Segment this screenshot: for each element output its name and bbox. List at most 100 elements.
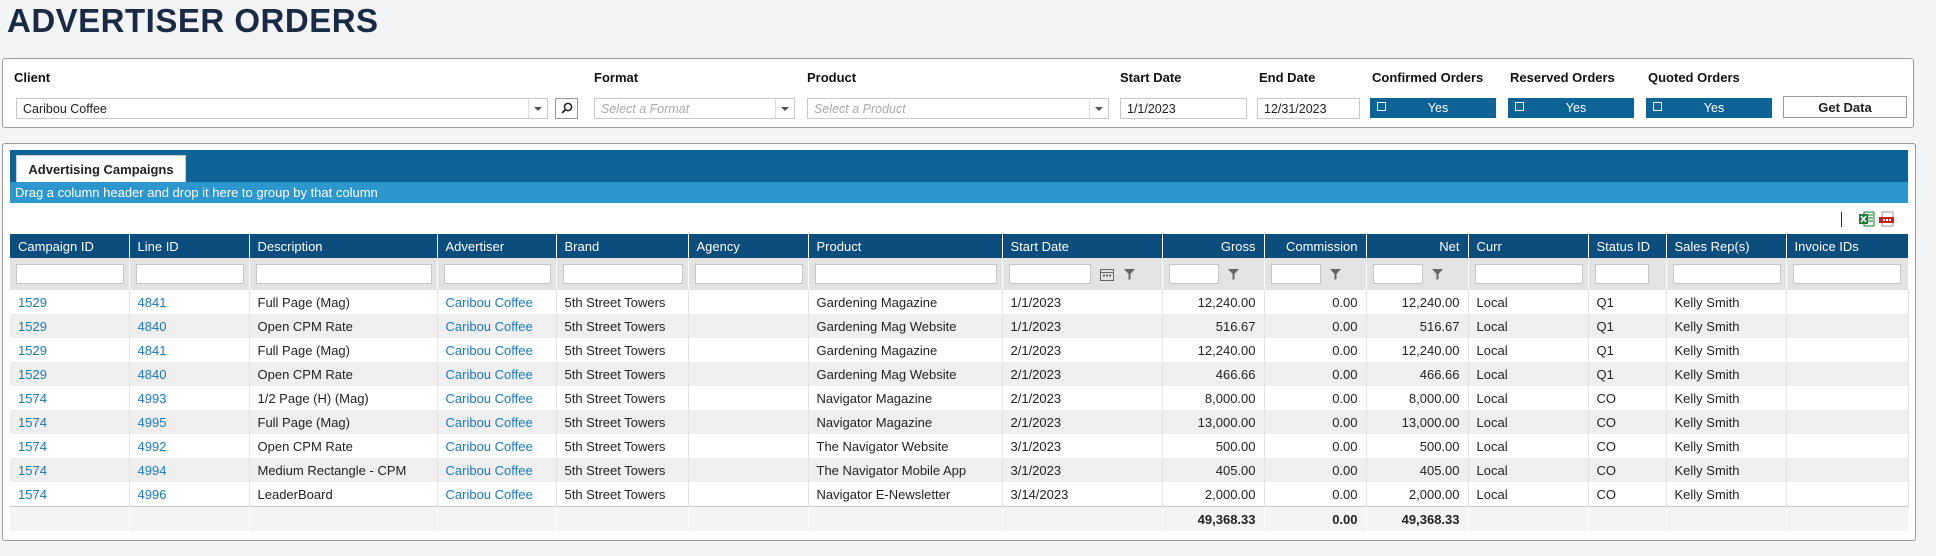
cell-campaign-id[interactable]: 1574 — [10, 410, 130, 434]
cell-line-id[interactable]: 4841 — [129, 338, 250, 362]
client-combobox[interactable]: Caribou Coffee — [16, 98, 548, 119]
cell-sales-reps: Kelly Smith — [1666, 386, 1787, 410]
chevron-down-icon[interactable] — [528, 99, 547, 118]
filter-input-curr[interactable] — [1474, 264, 1583, 284]
cell-line-id[interactable]: 4995 — [129, 410, 250, 434]
table-row[interactable]: 1529 4841 Full Page (Mag) Caribou Coffee 5th… — [10, 290, 1909, 314]
reserved-orders-label: Reserved Orders — [1510, 70, 1615, 85]
cell-line-id[interactable]: 4840 — [129, 362, 250, 386]
col-header-gross[interactable]: Gross — [1162, 234, 1265, 258]
cell-agency — [688, 314, 809, 338]
excel-export-icon[interactable] — [1859, 211, 1875, 227]
client-search-button[interactable] — [555, 98, 578, 119]
filter-input-advertiser[interactable] — [443, 264, 551, 284]
end-date-input[interactable]: 12/31/2023 — [1257, 98, 1360, 119]
filter-input-brand[interactable] — [562, 264, 683, 284]
table-row[interactable]: 1529 4840 Open CPM Rate Caribou Coffee 5th S… — [10, 314, 1909, 338]
cell-campaign-id[interactable]: 1574 — [10, 458, 130, 482]
col-header-curr[interactable]: Curr — [1468, 234, 1589, 258]
col-header-description[interactable]: Description — [249, 234, 438, 258]
filter-input-product[interactable] — [814, 264, 997, 284]
chevron-down-icon[interactable] — [775, 99, 794, 118]
chevron-down-icon[interactable] — [1089, 99, 1108, 118]
col-header-invoice-ids[interactable]: Invoice IDs — [1786, 234, 1909, 258]
tab-advertising-campaigns[interactable]: Advertising Campaigns — [16, 155, 186, 182]
cell-advertiser[interactable]: Caribou Coffee — [437, 290, 557, 314]
col-header-campaign-id[interactable]: Campaign ID — [10, 234, 130, 258]
cell-campaign-id[interactable]: 1529 — [10, 338, 130, 362]
quoted-orders-toggle[interactable]: Yes — [1646, 98, 1772, 118]
cell-line-id[interactable]: 4996 — [129, 482, 250, 507]
filter-input-campaign-id[interactable] — [16, 264, 124, 284]
table-row[interactable]: 1574 4995 Full Page (Mag) Caribou Coffee 5th… — [10, 410, 1909, 434]
cell-status-id: CO — [1588, 482, 1667, 507]
cell-brand: 5th Street Towers — [556, 482, 689, 507]
cell-commission: 0.00 — [1264, 362, 1367, 386]
cell-advertiser[interactable]: Caribou Coffee — [437, 482, 557, 507]
col-header-status-id[interactable]: Status ID — [1588, 234, 1667, 258]
cell-line-id[interactable]: 4841 — [129, 290, 250, 314]
cell-commission: 0.00 — [1264, 458, 1367, 482]
cell-advertiser[interactable]: Caribou Coffee — [437, 314, 557, 338]
cell-line-id[interactable]: 4994 — [129, 458, 250, 482]
col-header-product[interactable]: Product — [808, 234, 1003, 258]
table-row[interactable]: 1574 4993 1/2 Page (H) (Mag) Caribou Coffee… — [10, 386, 1909, 410]
table-row[interactable]: 1529 4841 Full Page (Mag) Caribou Coffee 5th… — [10, 338, 1909, 362]
table-row[interactable]: 1574 4992 Open CPM Rate Caribou Coffee 5th S… — [10, 434, 1909, 458]
cell-campaign-id[interactable]: 1574 — [10, 386, 130, 410]
cell-advertiser[interactable]: Caribou Coffee — [437, 410, 557, 434]
cell-advertiser[interactable]: Caribou Coffee — [437, 434, 557, 458]
table-row[interactable]: 1529 4840 Open CPM Rate Caribou Coffee 5th S… — [10, 362, 1909, 386]
filter-input-start-date[interactable] — [1008, 264, 1091, 284]
cell-line-id[interactable]: 4840 — [129, 314, 250, 338]
reserved-orders-toggle[interactable]: Yes — [1508, 98, 1634, 118]
cell-gross: 12,240.00 — [1162, 338, 1265, 362]
filter-input-line-id[interactable] — [135, 264, 244, 284]
col-header-advertiser[interactable]: Advertiser — [437, 234, 557, 258]
cell-advertiser[interactable]: Caribou Coffee — [437, 458, 557, 482]
filter-icon[interactable] — [1228, 268, 1240, 280]
filter-input-gross[interactable] — [1168, 264, 1219, 284]
pdf-export-icon[interactable] — [1879, 211, 1895, 227]
filter-input-sales-reps[interactable] — [1672, 264, 1781, 284]
cell-campaign-id[interactable]: 1574 — [10, 434, 130, 458]
cell-advertiser[interactable]: Caribou Coffee — [437, 386, 557, 410]
format-combobox[interactable]: Select a Format — [594, 98, 795, 119]
group-drop-area[interactable]: Drag a column header and drop it here to… — [10, 182, 1908, 203]
filter-input-invoice-ids[interactable] — [1792, 264, 1901, 284]
cell-advertiser[interactable]: Caribou Coffee — [437, 362, 557, 386]
cell-gross: 8,000.00 — [1162, 386, 1265, 410]
start-date-input[interactable]: 1/1/2023 — [1120, 98, 1247, 119]
filter-input-net[interactable] — [1372, 264, 1423, 284]
col-header-start-date[interactable]: Start Date — [1002, 234, 1163, 258]
col-header-sales-reps[interactable]: Sales Rep(s) — [1666, 234, 1787, 258]
filter-icon[interactable] — [1432, 268, 1444, 280]
get-data-button[interactable]: Get Data — [1783, 96, 1907, 118]
cell-product: Gardening Mag Website — [808, 362, 1003, 386]
col-header-brand[interactable]: Brand — [556, 234, 689, 258]
filter-icon[interactable] — [1330, 268, 1342, 280]
cell-campaign-id[interactable]: 1574 — [10, 482, 130, 507]
filter-input-description[interactable] — [255, 264, 432, 284]
filter-input-status-id[interactable] — [1594, 264, 1649, 284]
cell-line-id[interactable]: 4993 — [129, 386, 250, 410]
table-row[interactable]: 1574 4994 Medium Rectangle - CPM Caribou Co… — [10, 458, 1909, 482]
col-header-net[interactable]: Net — [1366, 234, 1469, 258]
filter-icon[interactable] — [1123, 268, 1135, 280]
filter-input-agency[interactable] — [694, 264, 803, 284]
cell-advertiser[interactable]: Caribou Coffee — [437, 338, 557, 362]
confirmed-orders-toggle[interactable]: Yes — [1370, 98, 1496, 118]
col-header-line-id[interactable]: Line ID — [129, 234, 250, 258]
cell-campaign-id[interactable]: 1529 — [10, 362, 130, 386]
col-header-agency[interactable]: Agency — [688, 234, 809, 258]
cell-campaign-id[interactable]: 1529 — [10, 314, 130, 338]
cell-campaign-id[interactable]: 1529 — [10, 290, 130, 314]
product-combobox[interactable]: Select a Product — [807, 98, 1109, 119]
cell-description: Full Page (Mag) — [249, 410, 438, 434]
cell-line-id[interactable]: 4992 — [129, 434, 250, 458]
table-row[interactable]: 1574 4996 LeaderBoard Caribou Coffee 5th Str… — [10, 482, 1909, 507]
col-header-commission[interactable]: Commission — [1264, 234, 1367, 258]
filter-input-commission[interactable] — [1270, 264, 1321, 284]
calendar-icon[interactable] — [1100, 268, 1115, 281]
search-icon — [561, 102, 573, 114]
